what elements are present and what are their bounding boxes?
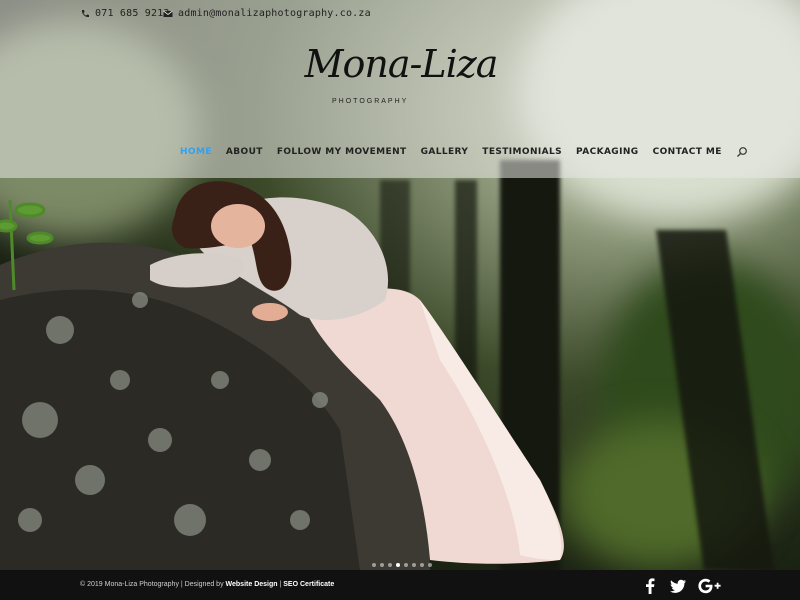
slider-dot[interactable]: [372, 563, 376, 567]
slider-dot[interactable]: [412, 563, 416, 567]
twitter-icon[interactable]: [670, 578, 687, 594]
logo-subtitle: PHOTOGRAPHY: [332, 98, 409, 105]
envelope-icon: [163, 10, 173, 17]
slider-dot[interactable]: [420, 563, 424, 567]
email-contact[interactable]: admin@monalizaphotography.co.za: [163, 8, 371, 19]
copyright-text: © 2019 Mona-Liza Photography | Designed …: [80, 581, 224, 588]
footer-separator: |: [279, 581, 282, 588]
logo-title: Mona-Liza: [304, 42, 499, 86]
footer-credits: © 2019 Mona-Liza Photography | Designed …: [80, 581, 334, 588]
top-bar: 071 685 9213 admin@monalizaphotography.c…: [0, 0, 800, 26]
email-address: admin@monalizaphotography.co.za: [178, 8, 371, 19]
slider-dot[interactable]: [388, 563, 392, 567]
nav-item-gallery[interactable]: GALLERY: [421, 147, 469, 157]
phone-number: 071 685 9213: [95, 8, 170, 19]
slider-dot[interactable]: [428, 563, 432, 567]
phone-contact[interactable]: 071 685 9213: [80, 8, 170, 19]
phone-icon: [81, 9, 89, 17]
nav-item-packaging[interactable]: PACKAGING: [576, 147, 639, 157]
facebook-icon[interactable]: [645, 578, 655, 594]
nav-item-follow-my-movement[interactable]: FOLLOW MY MOVEMENT: [277, 147, 407, 157]
nav-item-about[interactable]: ABOUT: [226, 147, 263, 157]
google-plus-icon[interactable]: [698, 578, 722, 594]
slider-dot-active[interactable]: [396, 563, 400, 567]
site-header: 071 685 9213 admin@monalizaphotography.c…: [0, 0, 800, 178]
search-icon[interactable]: [736, 146, 748, 158]
slider-dot[interactable]: [404, 563, 408, 567]
nav-item-contact-me[interactable]: CONTACT ME: [653, 147, 722, 157]
slider-dot[interactable]: [380, 563, 384, 567]
site-footer: © 2019 Mona-Liza Photography | Designed …: [0, 570, 800, 600]
designer-link[interactable]: Website Design: [226, 581, 278, 588]
nav-item-testimonials[interactable]: TESTIMONIALS: [482, 147, 562, 157]
main-nav: HOME ABOUT FOLLOW MY MOVEMENT GALLERY TE…: [180, 146, 748, 158]
seo-certificate-link[interactable]: SEO Certificate: [283, 581, 334, 588]
slider-dots: [372, 563, 432, 567]
site-logo[interactable]: Mona-Liza PHOTOGRAPHY: [296, 40, 506, 120]
nav-item-home[interactable]: HOME: [180, 147, 212, 157]
